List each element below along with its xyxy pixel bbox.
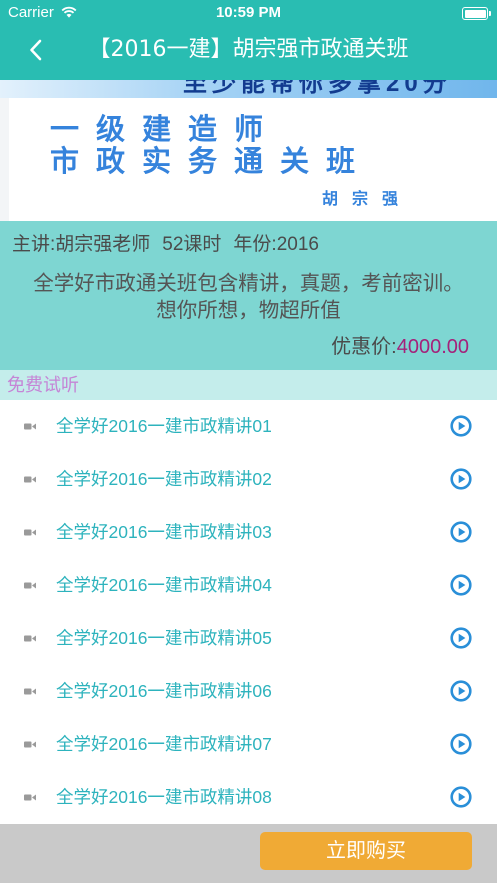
year-label: 年份:2016 bbox=[233, 234, 319, 255]
video-camera-icon bbox=[24, 475, 36, 484]
play-circle-icon[interactable] bbox=[450, 415, 472, 437]
description-line-2: 想你所想，物超所值 bbox=[156, 299, 341, 322]
footer-bar: 立即购买 bbox=[0, 824, 497, 883]
price: 优惠价:4000.00 bbox=[331, 334, 469, 360]
banner-strip-text: 至少能帮你多拿20分 bbox=[183, 80, 452, 97]
course-description: 全学好市政通关班包含精讲，真题，考前密训。 想你所想，物超所值 bbox=[4, 270, 493, 324]
play-circle-icon[interactable] bbox=[450, 521, 472, 543]
buy-now-button[interactable]: 立即购买 bbox=[260, 832, 472, 870]
description-line-1: 全学好市政通关班包含精讲，真题，考前密训。 bbox=[33, 272, 464, 295]
lesson-item[interactable]: 全学好2016一建市政精讲08 bbox=[0, 771, 497, 824]
video-camera-icon bbox=[24, 581, 36, 590]
banner-title-line1: 一级建造师 bbox=[50, 114, 281, 146]
play-circle-icon[interactable] bbox=[450, 680, 472, 702]
status-bar: Carrier 10:59 PM bbox=[0, 0, 497, 26]
lesson-title: 全学好2016一建市政精讲04 bbox=[56, 575, 272, 595]
course-banner: 至少能帮你多拿20分 一级建造师 市政实务通关班 胡宗强 bbox=[0, 80, 497, 221]
lesson-title: 全学好2016一建市政精讲05 bbox=[56, 628, 272, 648]
lesson-title: 全学好2016一建市政精讲06 bbox=[56, 681, 272, 701]
banner-edge bbox=[0, 98, 9, 221]
video-camera-icon bbox=[24, 687, 36, 696]
free-trial-list: 全学好2016一建市政精讲01 全学好2016一建市政精讲02 全学好2016一… bbox=[0, 400, 497, 824]
lesson-item[interactable]: 全学好2016一建市政精讲07 bbox=[0, 718, 497, 771]
play-circle-icon[interactable] bbox=[450, 627, 472, 649]
page-title: 【2016一建】胡宗强市政通关班 bbox=[88, 37, 409, 62]
banner-strip: 至少能帮你多拿20分 bbox=[0, 80, 497, 98]
status-time: 10:59 PM bbox=[215, 4, 282, 21]
play-circle-icon[interactable] bbox=[450, 786, 472, 808]
banner-author: 胡宗强 bbox=[322, 191, 413, 208]
app-screen: Carrier 10:59 PM 【2016一建】胡宗强市政通关班 至少能帮你多… bbox=[0, 0, 497, 883]
teacher-label: 主讲:胡宗强老师 bbox=[12, 234, 151, 255]
back-button[interactable] bbox=[18, 33, 52, 67]
lesson-title: 全学好2016一建市政精讲03 bbox=[56, 522, 272, 542]
nav-bar: 【2016一建】胡宗强市政通关班 bbox=[0, 26, 497, 80]
video-camera-icon bbox=[24, 634, 36, 643]
lesson-item[interactable]: 全学好2016一建市政精讲03 bbox=[0, 506, 497, 559]
video-camera-icon bbox=[24, 528, 36, 537]
lesson-title: 全学好2016一建市政精讲07 bbox=[56, 734, 272, 754]
video-camera-icon bbox=[24, 422, 36, 431]
lesson-item[interactable]: 全学好2016一建市政精讲05 bbox=[0, 612, 497, 665]
course-info: 主讲:胡宗强老师 52课时 年份:2016 全学好市政通关班包含精讲，真题，考前密训… bbox=[0, 221, 497, 370]
wifi-icon bbox=[61, 6, 77, 18]
course-meta: 主讲:胡宗强老师 52课时 年份:2016 bbox=[12, 233, 319, 257]
video-camera-icon bbox=[24, 793, 36, 802]
lesson-item[interactable]: 全学好2016一建市政精讲06 bbox=[0, 665, 497, 718]
price-value: 4000.00 bbox=[396, 336, 469, 358]
lessons-label: 52课时 bbox=[162, 234, 222, 255]
lesson-item[interactable]: 全学好2016一建市政精讲04 bbox=[0, 559, 497, 612]
video-camera-icon bbox=[24, 740, 36, 749]
carrier-label: Carrier bbox=[8, 4, 54, 21]
play-circle-icon[interactable] bbox=[450, 574, 472, 596]
lesson-title: 全学好2016一建市政精讲08 bbox=[56, 787, 272, 807]
battery-icon bbox=[462, 7, 491, 20]
free-trial-header: 免费试听 bbox=[0, 370, 497, 400]
free-trial-title: 免费试听 bbox=[7, 375, 79, 395]
play-circle-icon[interactable] bbox=[450, 468, 472, 490]
lesson-title: 全学好2016一建市政精讲02 bbox=[56, 469, 272, 489]
price-label: 优惠价: bbox=[331, 336, 397, 358]
banner-title-line2: 市政实务通关班 bbox=[50, 146, 373, 178]
lesson-title: 全学好2016一建市政精讲01 bbox=[56, 416, 272, 436]
lesson-item[interactable]: 全学好2016一建市政精讲02 bbox=[0, 453, 497, 506]
play-circle-icon[interactable] bbox=[450, 733, 472, 755]
chevron-left-icon bbox=[29, 39, 42, 61]
header: Carrier 10:59 PM 【2016一建】胡宗强市政通关班 bbox=[0, 0, 497, 80]
lesson-item[interactable]: 全学好2016一建市政精讲01 bbox=[0, 400, 497, 453]
